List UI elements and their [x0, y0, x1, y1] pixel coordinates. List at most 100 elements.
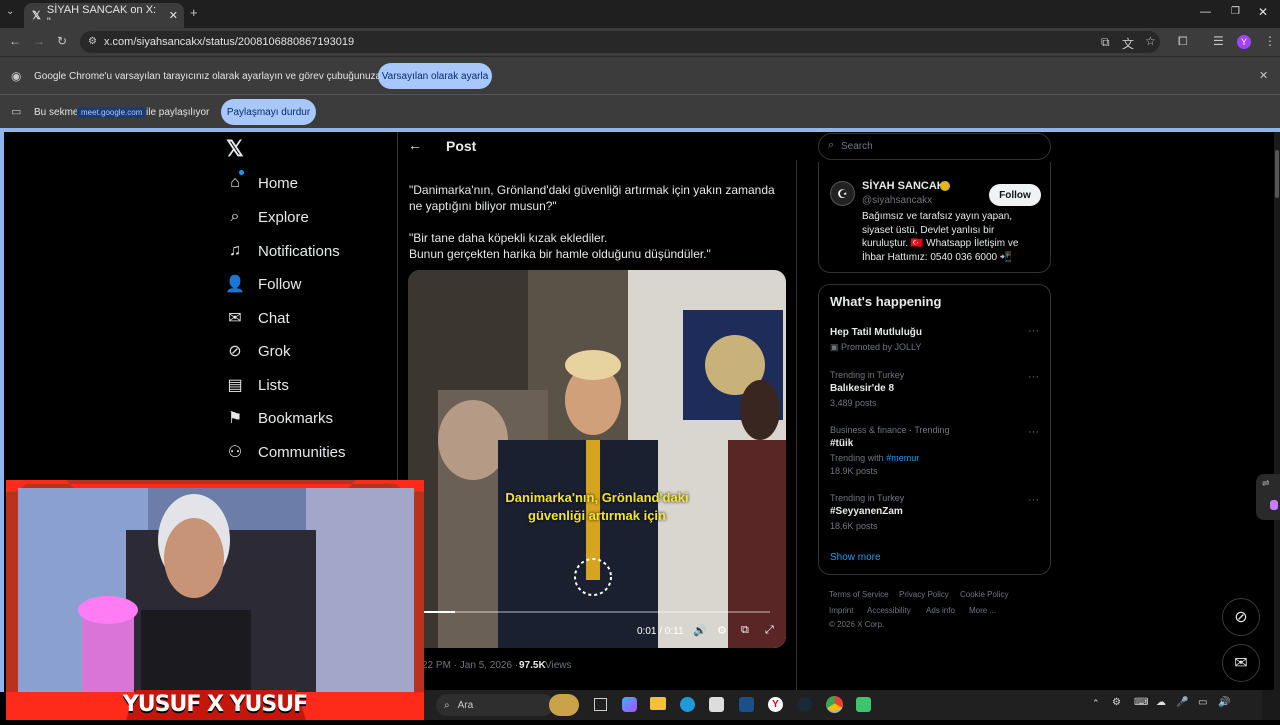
footer-terms[interactable]: Terms of Service [829, 590, 889, 599]
extensions-icon[interactable]: ⧠ [1178, 34, 1188, 49]
network-icon[interactable]: ▭ [1198, 697, 1207, 708]
trend-with-tag[interactable]: #memur [886, 453, 919, 463]
tray-icon-1[interactable]: ⚙ [1112, 697, 1121, 708]
x-logo-icon[interactable]: 𝕏 [226, 136, 244, 162]
nav-grok[interactable]: ⊘ Grok [226, 334, 290, 368]
grok-float-icon[interactable]: ⊘ [1222, 598, 1260, 636]
video-progress-track[interactable] [424, 611, 770, 613]
profile-avatar[interactable]: Y [1237, 35, 1251, 49]
sharing-prefix: Bu sekme [34, 107, 79, 118]
tray-icon-2[interactable]: ⌨ [1134, 697, 1148, 708]
app-icon[interactable] [739, 697, 754, 712]
search-box[interactable]: ⌕ Search [818, 133, 1051, 160]
video-player[interactable]: Danimarka'nın, Grönland'daki güvenliği a… [408, 270, 786, 648]
profile-avatar[interactable]: ☪ [830, 181, 855, 206]
whats-happening-card: What's happening Hep Tatil Mutluluğu ▣ P… [818, 284, 1051, 575]
menu-icon[interactable]: ⋮ [1264, 34, 1276, 48]
messages-float-icon[interactable]: ✉ [1222, 644, 1260, 682]
side-panel-tab[interactable]: ⇌ [1256, 474, 1280, 520]
nav-bookmarks[interactable]: ⚑ Bookmarks [226, 401, 333, 435]
onedrive-icon[interactable]: ☁ [1156, 697, 1166, 708]
stop-sharing-button[interactable]: Paylaşmayı durdur [221, 99, 316, 125]
nav-communities[interactable]: ⚇ Communities [226, 435, 346, 469]
footer-accessibility[interactable]: Accessibility [867, 606, 911, 615]
bell-icon: ♫ [229, 242, 241, 259]
back-icon[interactable]: ← [9, 34, 21, 48]
more-icon[interactable]: ··· [1028, 494, 1039, 506]
nav-label: Home [258, 174, 299, 192]
cast-icon[interactable]: ⧉ [1101, 35, 1110, 50]
volume-icon[interactable]: 🔊 [1218, 697, 1230, 708]
maximize-icon[interactable]: ❐ [1231, 6, 1240, 17]
scrollbar-thumb[interactable] [1275, 150, 1279, 198]
page-scrollbar[interactable] [1274, 132, 1280, 692]
bookmark-star-icon[interactable]: ☆ [1145, 34, 1156, 48]
close-window-icon[interactable]: ✕ [1258, 5, 1268, 19]
follow-button[interactable]: Follow [989, 184, 1041, 206]
copilot-icon[interactable] [622, 697, 637, 712]
widget-icon[interactable] [549, 694, 579, 716]
nav-explore[interactable]: ⌕ Explore [226, 200, 309, 234]
settings-icon[interactable]: ⚙ [717, 624, 727, 637]
infobar-close-icon[interactable]: ✕ [1259, 69, 1268, 82]
minimize-icon[interactable]: — [1200, 6, 1211, 18]
yandex-icon[interactable]: Y [768, 697, 783, 712]
panel-app-icon [1270, 500, 1278, 510]
forward-icon[interactable]: → [33, 34, 45, 48]
nav-chat[interactable]: ✉ Chat [226, 301, 289, 335]
show-more-link[interactable]: Show more [830, 552, 881, 563]
nav-lists[interactable]: ▤ Lists [226, 368, 288, 402]
nav-follow[interactable]: 👤 Follow [225, 267, 301, 301]
nav-home[interactable]: ⌂ Home [226, 166, 298, 200]
footer-privacy[interactable]: Privacy Policy [899, 590, 949, 599]
nav-notifications[interactable]: ♫ Notifications [226, 234, 340, 268]
browser-tab[interactable]: 𝕏 SİYAH SANCAK on X: " ✕ [24, 3, 184, 28]
tab-search-icon[interactable]: ⌄ [6, 6, 14, 17]
sharing-suffix: ile paylaşılıyor [146, 107, 210, 118]
trend-item[interactable]: Hep Tatil Mutluluğu ▣ Promoted by JOLLY … [819, 323, 1050, 357]
profile-name[interactable]: SİYAH SANCAK [862, 180, 945, 192]
search-icon: ⌕ [828, 139, 835, 151]
clock-area[interactable] [1262, 690, 1280, 720]
address-bar[interactable]: ⚙ x.com/siyahsancakx/status/200810688086… [80, 31, 1160, 53]
video-frame [408, 270, 786, 648]
tab-close-icon[interactable]: ✕ [169, 9, 178, 22]
task-view-icon[interactable] [594, 698, 607, 711]
fullscreen-icon[interactable]: ⤢ [765, 624, 774, 637]
reload-icon[interactable]: ↻ [57, 34, 67, 48]
trend-item[interactable]: Trending in Turkey #SeyyanenZam 18.6K po… [819, 492, 1050, 536]
footer-imprint[interactable]: Imprint [829, 606, 853, 615]
store-icon[interactable] [709, 697, 724, 712]
set-default-button[interactable]: Varsayılan olarak ayarla [378, 63, 492, 89]
chrome-taskbar-icon[interactable] [826, 696, 843, 713]
file-explorer-icon[interactable] [650, 697, 666, 710]
reading-list-icon[interactable]: ☰ [1213, 34, 1224, 48]
steam-icon[interactable] [797, 697, 812, 712]
trend-name: Hep Tatil Mutluluğu [830, 327, 923, 338]
tray-chevron-icon[interactable]: ⌃ [1092, 698, 1100, 709]
footer-ads-info[interactable]: Ads info [926, 606, 955, 615]
volume-icon[interactable]: 🔊 [693, 624, 707, 637]
site-info-icon[interactable]: ⚙ [88, 36, 97, 47]
taskbar-search[interactable]: ⌕ Ara [436, 694, 554, 716]
translate-icon[interactable]: 文 [1122, 35, 1134, 52]
more-icon[interactable]: ··· [1028, 325, 1039, 337]
trend-context: Trending in Turkey [830, 370, 905, 380]
trend-item[interactable]: Business & finance · Trending #tüik Tren… [819, 424, 1050, 480]
trend-name: #SeyyanenZam [830, 506, 903, 517]
trend-posts: 18.6K posts [830, 521, 878, 531]
post-timestamp: 22 PM · Jan 5, 2026 · [422, 660, 519, 671]
new-tab-icon[interactable]: + [190, 5, 198, 20]
video-subtitle-line2: güvenliği artırmak için [528, 508, 666, 523]
x-logo-icon: 𝕏 [32, 10, 41, 22]
back-arrow-icon[interactable]: ← [408, 137, 422, 153]
pip-icon[interactable]: ⧉ [741, 624, 749, 637]
trend-item[interactable]: Trending in Turkey Balıkesir'de 8 3,489 … [819, 369, 1050, 413]
footer-more[interactable]: More ... [969, 606, 996, 615]
mic-icon[interactable]: 🎤 [1176, 697, 1188, 708]
edge-icon[interactable] [680, 697, 695, 712]
more-icon[interactable]: ··· [1028, 371, 1039, 383]
app2-icon[interactable] [856, 697, 871, 712]
more-icon[interactable]: ··· [1028, 426, 1039, 438]
footer-cookie[interactable]: Cookie Policy [960, 590, 1008, 599]
